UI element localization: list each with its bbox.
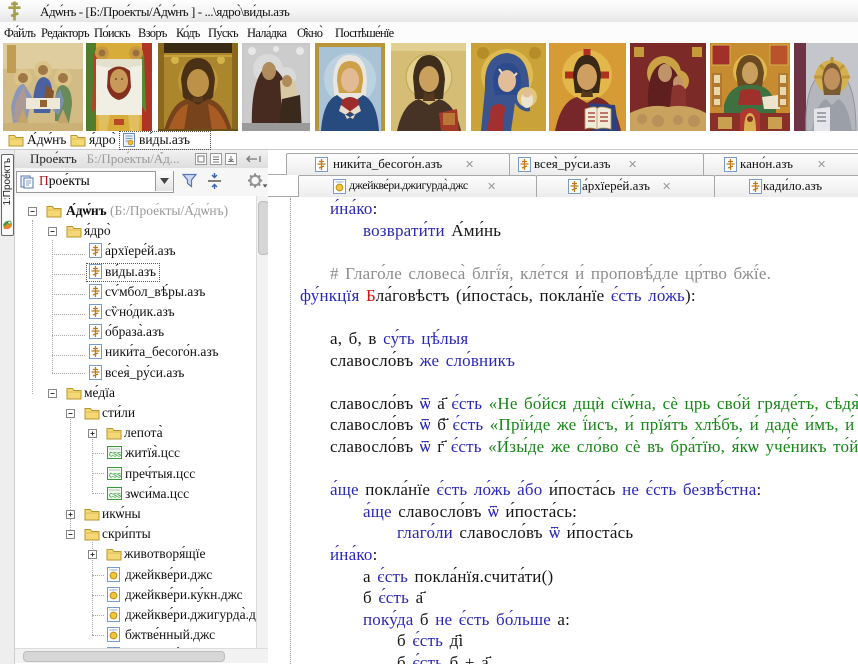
svg-text:css: css	[109, 491, 121, 500]
svg-text:css: css	[109, 471, 121, 480]
svg-text:css: css	[109, 450, 121, 459]
